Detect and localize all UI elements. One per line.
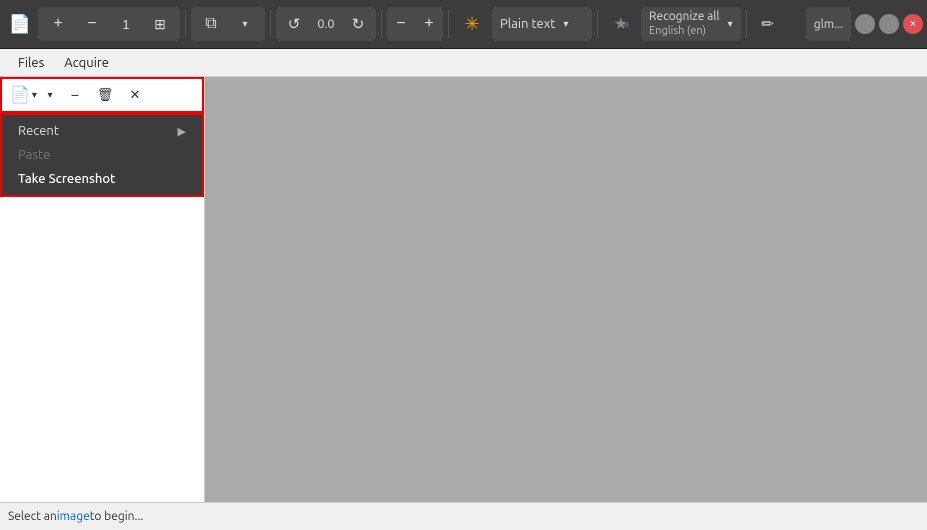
recognize-button[interactable]: Recognize all English (en) ▾ xyxy=(641,7,741,41)
pencil-icon: ✏ xyxy=(761,15,774,33)
plain-text-button[interactable]: Plain text ▾ xyxy=(492,7,592,41)
content-area xyxy=(205,77,927,502)
panel-minus-icon: − xyxy=(71,87,79,103)
angle-input[interactable]: 0.0 xyxy=(310,17,342,31)
separator-1 xyxy=(185,10,186,38)
status-link-text: image xyxy=(57,510,90,523)
zoom-out-icon: − xyxy=(396,15,405,33)
angle-group: ↺ 0.0 ↻ xyxy=(276,7,376,41)
panel-close-button[interactable]: ✕ xyxy=(121,82,149,108)
ocr-button[interactable]: ✳ xyxy=(454,7,490,41)
maximize-button[interactable] xyxy=(879,14,899,34)
recent-label: Recent xyxy=(18,124,59,138)
rotate-right-icon: ↻ xyxy=(352,15,365,33)
panel-dropdown-arrow-icon: ▾ xyxy=(47,90,52,101)
panel-open-dropdown[interactable]: ▾ xyxy=(41,82,59,108)
rotate-left-icon: ↺ xyxy=(288,15,301,33)
toolbar-group-layers: ⧉ ▾ xyxy=(191,7,265,41)
separator-3 xyxy=(381,10,382,38)
ocr-star-icon: ✳ xyxy=(464,14,479,35)
edit-button[interactable]: ✏ xyxy=(752,7,784,41)
files-menu[interactable]: Files xyxy=(8,53,54,73)
separator-2 xyxy=(270,10,271,38)
user-label: glm... xyxy=(814,18,843,31)
files-label: Files xyxy=(18,56,44,70)
recognize-arrow-icon: ▾ xyxy=(728,18,733,30)
recognize-star-overlay: a xyxy=(624,20,628,29)
paste-menu-item[interactable]: Paste xyxy=(2,143,202,167)
toolbar-right: glm... × xyxy=(806,7,923,41)
layers-button[interactable]: ⧉ xyxy=(195,7,227,41)
panel-minus-button[interactable]: − xyxy=(61,82,89,108)
separator-4 xyxy=(448,10,449,38)
layers-dropdown-button[interactable]: ▾ xyxy=(229,7,261,41)
status-text-suffix: to begin... xyxy=(90,510,144,523)
minimize-button[interactable] xyxy=(855,14,875,34)
new-button[interactable]: + xyxy=(42,7,74,41)
recognize-star-button[interactable]: ★ a xyxy=(603,7,639,41)
panel-toolbar: 📄 ▾ − 🗑 ✕ xyxy=(0,77,204,113)
status-text-prefix: Select an xyxy=(8,510,57,523)
separator-5 xyxy=(597,10,598,38)
paste-label: Paste xyxy=(18,148,50,162)
status-image-link[interactable]: image xyxy=(57,510,90,523)
panel-open-button[interactable]: 📄 xyxy=(8,82,39,108)
recognize-label: Recognize all xyxy=(649,10,720,24)
panel-trash-icon: 🗑 xyxy=(97,87,114,103)
grid-button[interactable]: ⊞ xyxy=(144,7,176,41)
take-screenshot-menu-item[interactable]: Take Screenshot xyxy=(2,167,202,191)
recent-menu-item[interactable]: Recent ▶ xyxy=(2,119,202,143)
zoom-group: − + xyxy=(387,7,443,41)
remove-button[interactable]: − xyxy=(76,7,108,41)
zoom-in-button[interactable]: + xyxy=(415,7,443,41)
page-icon: 1 xyxy=(122,17,129,32)
plain-text-arrow-icon: ▾ xyxy=(563,18,568,30)
acquire-menu[interactable]: Acquire xyxy=(54,53,119,73)
grid-icon: ⊞ xyxy=(154,16,166,33)
open-icon: 📄 xyxy=(9,14,31,35)
take-screenshot-label: Take Screenshot xyxy=(18,172,115,186)
close-button[interactable]: × xyxy=(903,14,923,34)
left-panel: 📄 ▾ − 🗑 ✕ Recent ▶ Paste xyxy=(0,77,205,502)
toolbar-group-new: + − 1 ⊞ xyxy=(38,7,180,41)
zoom-out-button[interactable]: − xyxy=(387,7,415,41)
panel-trash-button[interactable]: 🗑 xyxy=(91,82,119,108)
dropdown-menu: Recent ▶ Paste Take Screenshot xyxy=(0,113,204,197)
recognize-text-block: Recognize all English (en) xyxy=(649,10,720,38)
minus-icon: − xyxy=(87,15,96,33)
rotate-left-button[interactable]: ↺ xyxy=(282,7,306,41)
statusbar: Select an image to begin... xyxy=(0,502,927,530)
layers-icon: ⧉ xyxy=(205,15,216,33)
main-area: 📄 ▾ − 🗑 ✕ Recent ▶ Paste xyxy=(0,77,927,502)
recognize-lang: English (en) xyxy=(649,25,720,38)
plain-text-label: Plain text xyxy=(500,17,555,31)
open-button[interactable]: 📄 xyxy=(4,7,36,41)
rotate-right-button[interactable]: ↻ xyxy=(346,7,370,41)
separator-6 xyxy=(746,10,747,38)
menubar: Files Acquire xyxy=(0,49,927,77)
user-button[interactable]: glm... xyxy=(806,7,851,41)
acquire-label: Acquire xyxy=(64,56,109,70)
close-icon: × xyxy=(910,18,916,30)
page-number-button[interactable]: 1 xyxy=(110,7,142,41)
recent-arrow-icon: ▶ xyxy=(178,125,186,138)
panel-close-icon: ✕ xyxy=(130,87,141,103)
zoom-in-icon: + xyxy=(424,15,433,33)
chevron-down-icon: ▾ xyxy=(242,19,247,30)
main-toolbar: 📄 + − 1 ⊞ ⧉ ▾ ↺ 0.0 ↻ xyxy=(0,0,927,49)
add-icon: + xyxy=(53,15,62,33)
panel-open-icon: 📄 xyxy=(10,85,30,105)
